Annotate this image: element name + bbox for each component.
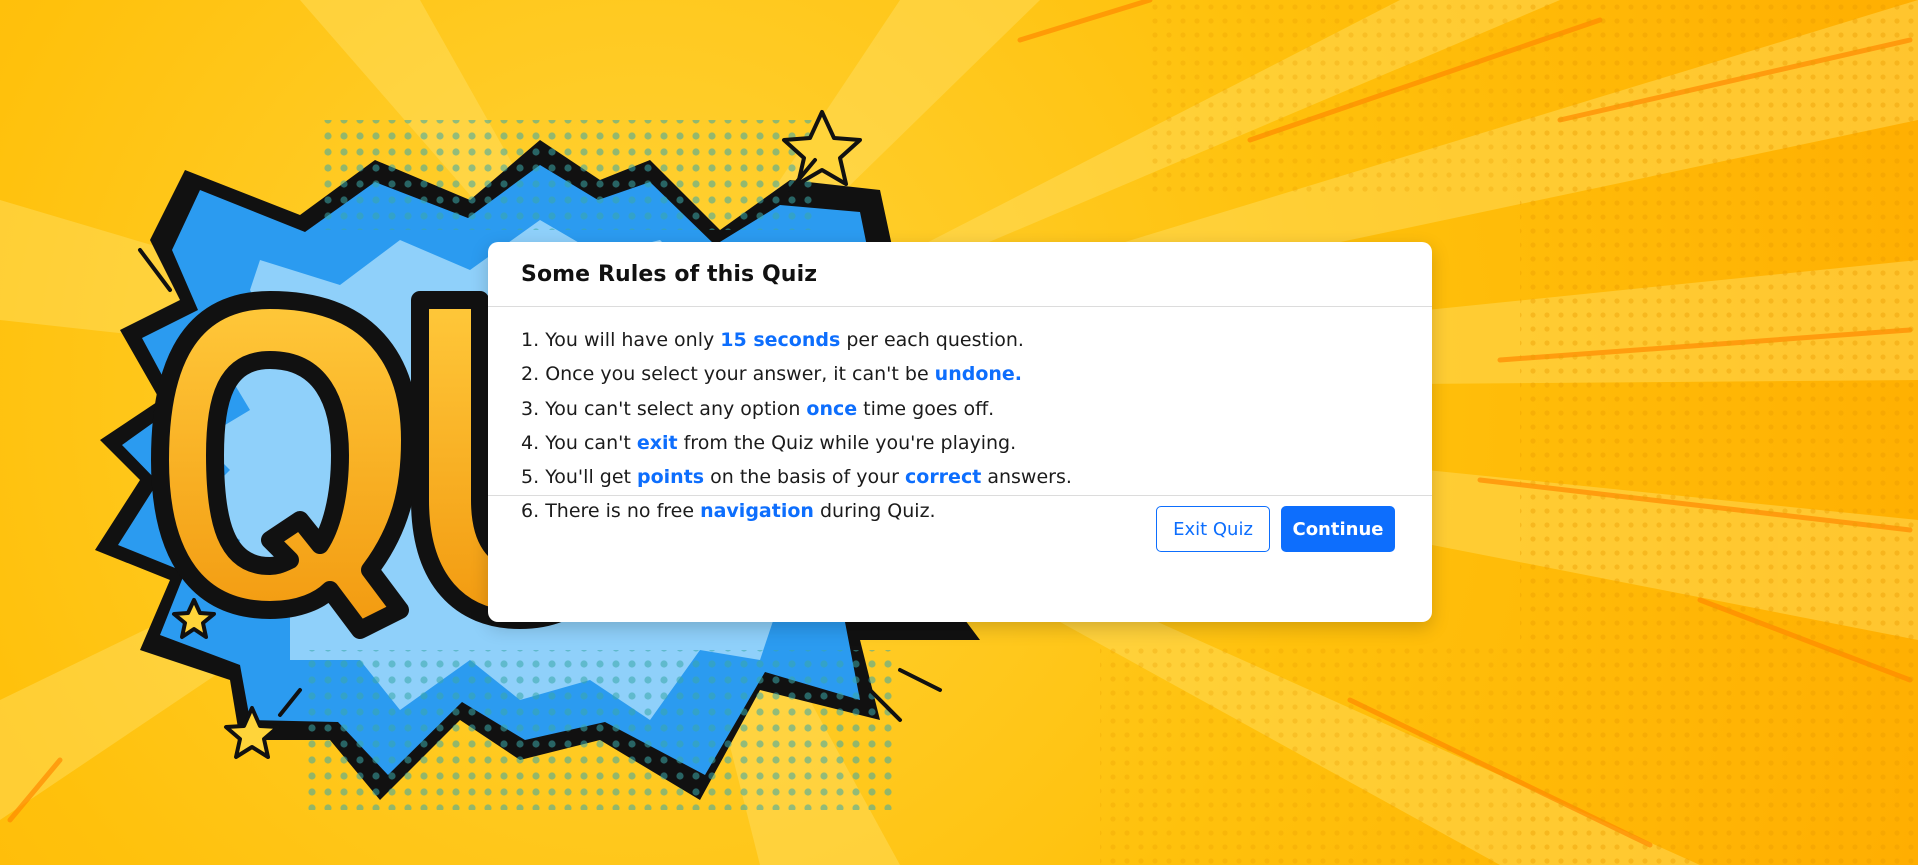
dialog-title: Some Rules of this Quiz xyxy=(521,261,818,287)
quiz-rules-dialog: Some Rules of this Quiz 1. You will have… xyxy=(488,242,1432,622)
rule-number: 4. xyxy=(521,431,540,454)
dialog-header: Some Rules of this Quiz xyxy=(488,242,1432,307)
rule-text: You can't xyxy=(545,431,637,454)
rule-highlight: points xyxy=(637,466,705,489)
rule-highlight: exit xyxy=(636,431,678,454)
rules-list: 1. You will have only 15 seconds per eac… xyxy=(488,307,1432,522)
rule-number: 2. xyxy=(521,363,540,386)
continue-button[interactable]: Continue xyxy=(1281,506,1395,552)
rule-text: You will have only xyxy=(545,329,721,351)
rule-item-1: 1. You will have only 15 seconds per eac… xyxy=(521,323,1399,357)
rule-highlight: correct xyxy=(905,466,982,489)
exit-quiz-button[interactable]: Exit Quiz xyxy=(1156,506,1270,552)
rule-text: answers. xyxy=(981,466,1072,489)
rule-text: You can't select any option xyxy=(545,397,807,420)
rule-text: on the basis of your xyxy=(704,466,905,489)
rule-number: 3. xyxy=(521,397,540,420)
rule-item-3: 3. You can't select any option once time… xyxy=(521,392,1399,426)
rule-text: You'll get xyxy=(545,466,637,489)
dialog-footer: Exit Quiz Continue xyxy=(488,496,1432,621)
rule-highlight: once xyxy=(806,397,858,420)
rule-highlight: 15 seconds xyxy=(720,329,841,351)
rule-item-4: 4. You can't exit from the Quiz while yo… xyxy=(521,426,1399,460)
rule-text: per each question. xyxy=(840,329,1024,351)
rule-number: 1. xyxy=(521,329,540,351)
rule-text: from the Quiz while you're playing. xyxy=(677,431,1017,454)
rule-highlight: undone. xyxy=(934,363,1023,386)
rule-item-2: 2. Once you select your answer, it can't… xyxy=(521,357,1399,391)
rule-item-5: 5. You'll get points on the basis of you… xyxy=(521,460,1399,494)
rule-text: time goes off. xyxy=(857,397,995,420)
rule-text: Once you select your answer, it can't be xyxy=(545,363,935,386)
rule-number: 5. xyxy=(521,466,540,489)
